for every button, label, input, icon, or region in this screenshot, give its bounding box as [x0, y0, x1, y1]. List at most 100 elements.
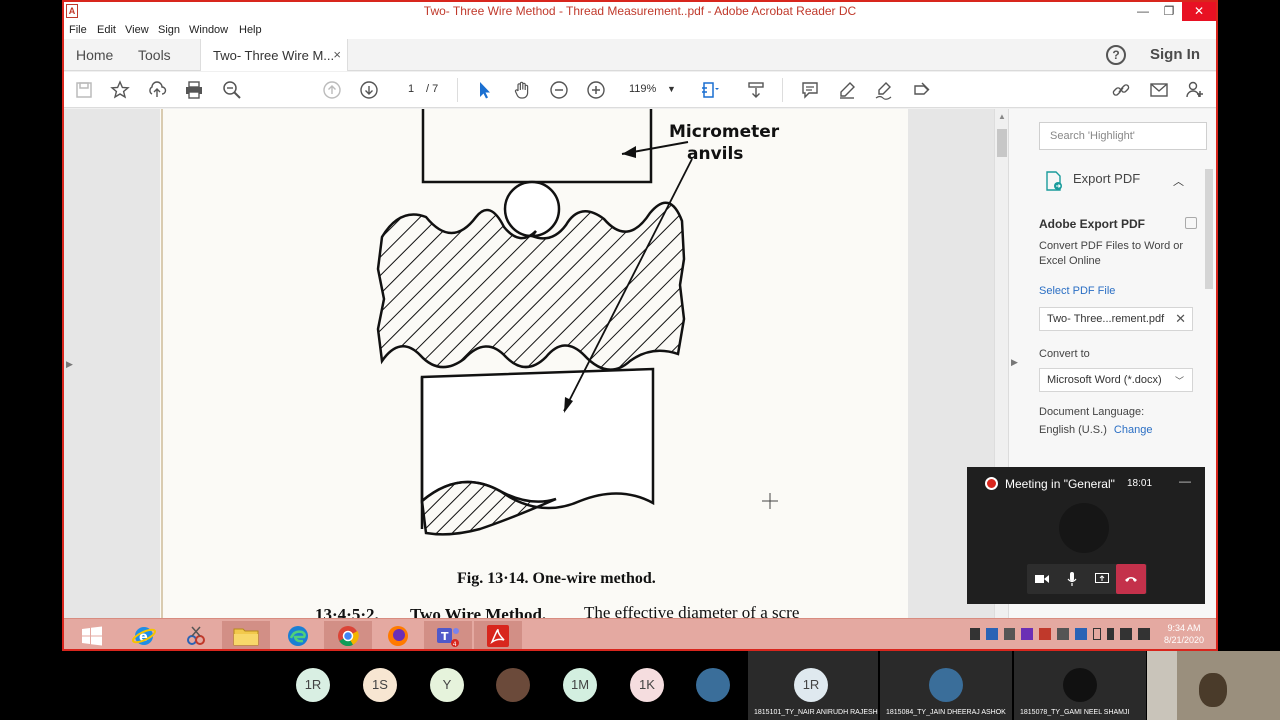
sign-in-button[interactable]: Sign In	[1150, 46, 1200, 63]
zoom-search-icon[interactable]	[220, 78, 244, 102]
participant-avatar[interactable]: 1K	[630, 668, 664, 702]
participant-tile[interactable]: 1R 1815101_TY_NAIR ANIRUDH RAJESH	[748, 651, 878, 720]
print-icon[interactable]	[182, 78, 206, 102]
close-window-button[interactable]: ✕	[1182, 2, 1216, 21]
export-pdf-label[interactable]: Export PDF	[1073, 171, 1140, 186]
camera-icon[interactable]	[1027, 564, 1057, 594]
share-link-icon[interactable]	[1109, 78, 1133, 102]
zoom-level[interactable]: 119%	[629, 83, 656, 95]
previous-page-icon[interactable]	[320, 78, 344, 102]
menu-window[interactable]: Window	[189, 24, 228, 36]
highlight-pen-icon[interactable]	[835, 78, 859, 102]
internet-explorer-icon[interactable]: e	[120, 621, 168, 649]
menu-sign[interactable]: Sign	[158, 24, 180, 36]
zoom-in-icon[interactable]	[584, 78, 608, 102]
change-language-link[interactable]: Change	[1114, 424, 1153, 436]
participant-photo-avatar[interactable]	[696, 668, 730, 702]
participant-tile[interactable]: 1815084_TY_JAIN DHEERAJ ASHOK	[880, 651, 1012, 720]
minimize-button[interactable]: —	[1130, 2, 1156, 21]
collapse-panel-icon[interactable]: ▶	[1011, 357, 1018, 368]
clock[interactable]: 9:34 AM 8/21/2020	[1156, 622, 1212, 646]
firefox-icon[interactable]	[374, 621, 422, 649]
close-tab-icon[interactable]: ×	[333, 47, 341, 62]
help-icon[interactable]: ?	[1106, 45, 1126, 65]
tab-home[interactable]: Home	[76, 47, 113, 63]
toolbar-divider	[457, 78, 458, 102]
participant-photo-avatar[interactable]	[496, 668, 530, 702]
window-title: Two- Three Wire Method - Thread Measurem…	[423, 4, 857, 18]
email-icon[interactable]	[1147, 78, 1171, 102]
tab-document[interactable]: Two- Three Wire M... ×	[200, 39, 348, 71]
acrobat-reader-icon[interactable]	[474, 621, 522, 649]
panel-scrollbar[interactable]	[1205, 169, 1213, 289]
doc-language-label: Document Language:	[1039, 406, 1145, 418]
edge-browser-icon[interactable]	[274, 621, 322, 649]
info-icon[interactable]	[1185, 217, 1197, 229]
snipping-tool-icon[interactable]	[172, 621, 220, 649]
start-windows-icon[interactable]	[68, 621, 116, 649]
page-fit-icon[interactable]	[698, 78, 722, 102]
select-cursor-icon[interactable]	[472, 78, 496, 102]
search-input[interactable]: Search 'Highlight'	[1039, 122, 1207, 150]
participant-tile[interactable]: 1815078_TY_GAMI NEEL SHAMJI	[1014, 651, 1146, 720]
battery-icon[interactable]	[1092, 628, 1101, 640]
scrollbar-thumb[interactable]	[997, 129, 1007, 157]
remove-file-icon[interactable]: ✕	[1175, 311, 1186, 327]
chevron-down-icon[interactable]: ﹀	[1175, 374, 1184, 387]
fill-sign-icon[interactable]	[910, 78, 934, 102]
save-icon[interactable]	[72, 78, 96, 102]
upload-cloud-icon[interactable]	[145, 78, 169, 102]
left-panel-expand-icon[interactable]: ▶	[66, 359, 73, 370]
participant-avatar[interactable]: 1S	[363, 668, 397, 702]
participant-avatar[interactable]: Y	[430, 668, 464, 702]
chrome-browser-icon[interactable]	[324, 621, 372, 649]
microphone-icon[interactable]	[1057, 564, 1087, 594]
minimize-meeting-icon[interactable]: —	[1179, 474, 1191, 488]
chevron-up-icon[interactable]: ︿	[1173, 173, 1184, 189]
selected-file-field[interactable]: Two- Three...rement.pdf ✕	[1039, 307, 1193, 331]
teams-meeting-overlay[interactable]: Meeting in "General" 18:01 —	[967, 467, 1205, 604]
flag-icon[interactable]	[970, 628, 980, 640]
tray-app-icon[interactable]	[985, 628, 998, 640]
participant-avatar[interactable]: 1M	[563, 668, 597, 702]
page-number-input[interactable]: 1	[404, 83, 418, 95]
cutoff-heading-title: Two Wire Method.	[410, 605, 546, 618]
menu-edit[interactable]: Edit	[97, 24, 116, 36]
add-user-icon[interactable]	[1183, 78, 1207, 102]
select-pdf-file-link[interactable]: Select PDF File	[1039, 284, 1189, 299]
wifi-icon[interactable]	[1120, 628, 1133, 640]
tray-icon[interactable]	[1057, 628, 1069, 640]
sign-pen-icon[interactable]	[872, 78, 896, 102]
volume-icon[interactable]	[1138, 628, 1150, 640]
meeting-title: Meeting in "General"	[1005, 477, 1115, 491]
file-explorer-icon[interactable]	[222, 621, 270, 649]
zoom-dropdown-icon[interactable]: ▼	[667, 84, 676, 94]
next-page-icon[interactable]	[357, 78, 381, 102]
format-select[interactable]: Microsoft Word (*.docx) ﹀	[1039, 368, 1193, 392]
bookmark-star-icon[interactable]	[108, 78, 132, 102]
antivirus-icon[interactable]	[1039, 628, 1052, 640]
system-tray	[970, 628, 1150, 644]
network-icon[interactable]	[1074, 628, 1087, 640]
scroll-mode-icon[interactable]	[744, 78, 768, 102]
teams-tray-icon[interactable]	[1021, 628, 1034, 640]
hang-up-button[interactable]	[1116, 564, 1146, 594]
share-screen-icon[interactable]	[1087, 564, 1117, 594]
participant-avatar[interactable]: 1R	[296, 668, 330, 702]
zoom-out-icon[interactable]	[547, 78, 571, 102]
scroll-up-icon[interactable]: ▲	[998, 112, 1006, 121]
signal-icon[interactable]	[1003, 628, 1016, 640]
tab-document-label: Two- Three Wire M...	[213, 48, 335, 63]
restore-button[interactable]: ❐	[1156, 2, 1182, 21]
menu-view[interactable]: View	[125, 24, 149, 36]
hand-tool-icon[interactable]	[510, 78, 534, 102]
menu-help[interactable]: Help	[239, 24, 262, 36]
comment-icon[interactable]	[798, 78, 822, 102]
document-area[interactable]: Micrometer anvils Fig. 13·14. One-wire m…	[64, 109, 994, 618]
bluetooth-icon[interactable]	[1106, 628, 1115, 640]
participant-avatar	[1059, 503, 1109, 553]
tab-tools[interactable]: Tools	[138, 47, 171, 63]
self-video-tile[interactable]	[1147, 651, 1280, 720]
menu-file[interactable]: File	[69, 24, 87, 36]
teams-icon[interactable]: T4	[424, 621, 472, 649]
